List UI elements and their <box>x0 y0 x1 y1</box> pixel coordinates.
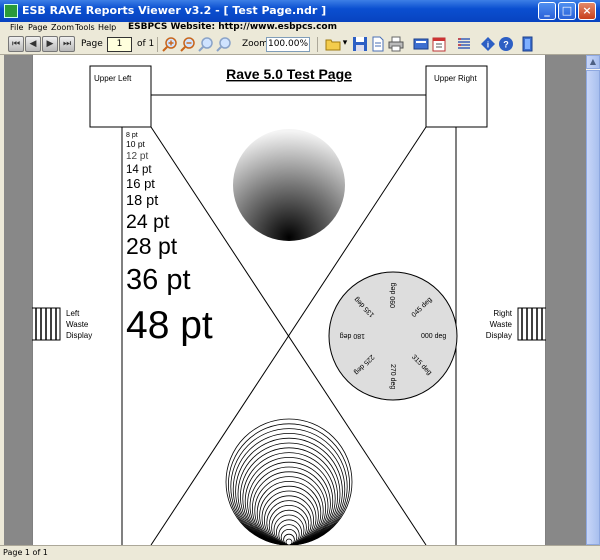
right-waste-label-2: Waste <box>490 320 513 329</box>
concentric-ring <box>254 476 324 545</box>
right-waste-label-1: Right <box>493 309 512 318</box>
menu-tools[interactable]: Tools <box>75 23 95 32</box>
left-waste-hatch <box>31 307 61 341</box>
scroll-thumb[interactable] <box>586 70 600 545</box>
page-input[interactable]: 1 <box>107 37 132 52</box>
concentric-ring <box>249 466 329 545</box>
concentric-ring <box>264 495 314 545</box>
concentric-ring <box>280 529 298 545</box>
toolbar: ⏮ ◀ ▶ ⏭ Page 1 of 1 Zoom 100.00% ▾ i ? <box>0 34 600 55</box>
list-options-icon[interactable] <box>456 36 472 52</box>
last-page-icon[interactable]: ⏭ <box>59 36 75 52</box>
document-icon[interactable] <box>370 36 386 52</box>
help-icon[interactable]: ? <box>498 36 514 52</box>
angle-label-270: 270 deg <box>389 364 396 389</box>
menu-page[interactable]: Page <box>28 23 47 32</box>
exit-icon[interactable] <box>520 36 536 52</box>
left-waste-label-1: Left <box>66 309 80 318</box>
zoom-page-width-icon[interactable] <box>198 36 214 52</box>
concentric-ring <box>271 509 307 545</box>
status-bar: Page 1 of 1 <box>0 545 600 560</box>
first-page-icon[interactable]: ⏮ <box>8 36 24 52</box>
font-sample-28pt: 28 pt <box>126 233 178 259</box>
left-waste-label-2: Waste <box>66 320 89 329</box>
menu-help[interactable]: Help <box>98 23 116 32</box>
angle-label-180: 180 deg <box>340 332 365 339</box>
right-waste-label-3: Display <box>486 331 512 340</box>
maximize-button[interactable]: □ <box>558 2 576 20</box>
minimize-button[interactable]: _ <box>538 2 556 20</box>
report-page: Rave 5.0 Test Page Upper Left Upper Righ… <box>31 55 547 545</box>
print-setup-icon[interactable] <box>413 36 429 52</box>
zoom-label: Zoom <box>242 39 268 49</box>
concentric-ring <box>261 490 317 545</box>
upper-left-label: Upper Left <box>94 74 132 83</box>
info-icon[interactable]: i <box>480 36 496 52</box>
concentric-ring <box>266 500 312 545</box>
font-sample-36pt: 36 pt <box>126 264 191 296</box>
angle-label-000: 000 deg <box>421 333 446 340</box>
concentric-ring <box>276 519 302 545</box>
close-button[interactable]: × <box>578 2 596 20</box>
report-title: Rave 5.0 Test Page <box>226 66 352 82</box>
left-waste-label-3: Display <box>66 331 92 340</box>
previous-page-icon[interactable]: ◀ <box>25 36 41 52</box>
separator <box>317 37 318 52</box>
open-dropdown-icon[interactable]: ▾ <box>341 36 349 52</box>
status-text: Page 1 of 1 <box>3 548 48 557</box>
menu-zoom[interactable]: Zoom <box>51 23 74 32</box>
font-sample-10pt: 10 pt <box>126 139 146 149</box>
font-sample-18pt: 18 pt <box>126 193 158 209</box>
report-viewport[interactable]: Rave 5.0 Test Page Upper Left Upper Righ… <box>4 55 586 545</box>
calendar-icon[interactable] <box>431 36 447 52</box>
page-count: of 1 <box>137 39 155 49</box>
save-icon[interactable] <box>352 36 368 52</box>
upper-right-label: Upper Right <box>434 74 477 83</box>
zoom-out-icon[interactable] <box>180 36 196 52</box>
app-icon <box>4 4 18 18</box>
scroll-up-icon[interactable]: ▲ <box>586 55 600 69</box>
zoom-input[interactable]: 100.00% <box>266 37 310 52</box>
concentric-ring <box>283 533 295 545</box>
zoom-in-icon[interactable] <box>162 36 178 52</box>
separator <box>157 37 158 52</box>
report-canvas: Rave 5.0 Test Page Upper Left Upper Righ… <box>31 55 547 545</box>
print-icon[interactable] <box>388 36 404 52</box>
right-waste-hatch <box>517 307 547 341</box>
gradient-circle <box>233 129 345 241</box>
svg-text:?: ? <box>503 40 509 50</box>
website-label: ESBPCS Website: http://www.esbpcs.com <box>128 22 337 32</box>
title-bar: ESB RAVE Reports Viewer v3.2 - [ Test Pa… <box>0 0 600 22</box>
svg-text:i: i <box>487 41 489 50</box>
zoom-page-height-icon[interactable] <box>216 36 232 52</box>
font-sample-14pt: 14 pt <box>126 164 152 176</box>
font-sample-24pt: 24 pt <box>126 211 170 233</box>
font-sample-12pt: 12 pt <box>126 151 148 162</box>
next-page-icon[interactable]: ▶ <box>42 36 58 52</box>
window-title: ESB RAVE Reports Viewer v3.2 - [ Test Pa… <box>22 4 327 17</box>
open-folder-icon[interactable] <box>325 36 341 52</box>
angle-label-090: 090 deg <box>390 283 397 308</box>
vertical-scrollbar[interactable]: ▲ <box>586 55 600 545</box>
font-sample-16pt: 16 pt <box>126 176 155 191</box>
page-label: Page <box>81 39 103 49</box>
font-sample-8pt: 8 pt <box>126 132 138 139</box>
font-sample-48pt: 48 pt <box>126 304 213 347</box>
concentric-circles <box>225 418 353 545</box>
menu-file[interactable]: File <box>10 23 23 32</box>
